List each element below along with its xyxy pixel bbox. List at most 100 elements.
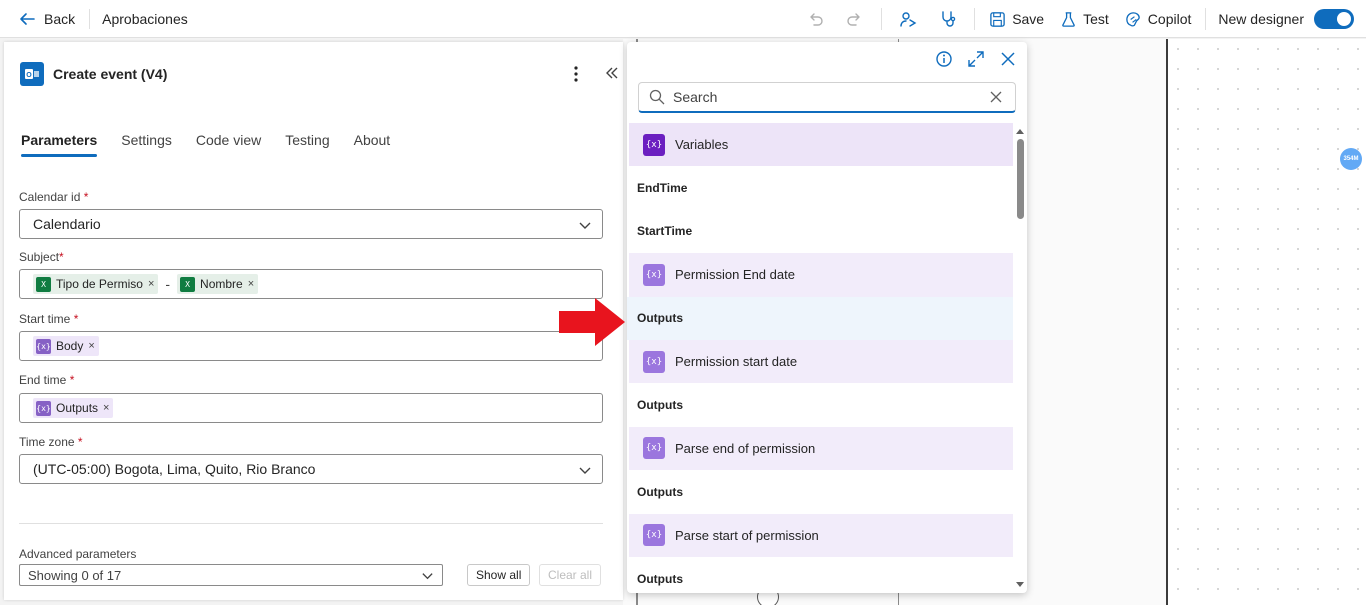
avatar-badge[interactable]: 354M xyxy=(1340,148,1362,170)
token-label: Nombre xyxy=(200,277,243,291)
item-label: Permission start date xyxy=(675,354,798,370)
group-header: Outputs xyxy=(627,296,1013,340)
dynamic-content-list: {x} Variables EndTime StartTime {x} Permissio… xyxy=(627,123,1013,593)
test-label: Test xyxy=(1083,11,1109,27)
token-tipo-de-permiso[interactable]: X Tipo de Permiso × xyxy=(33,274,159,294)
test-button[interactable]: Test xyxy=(1052,0,1117,38)
show-all-button[interactable]: Show all xyxy=(467,564,531,586)
new-designer-toggle[interactable]: New designer xyxy=(1212,9,1366,29)
save-icon xyxy=(990,11,1005,27)
tab-about[interactable]: About xyxy=(354,132,391,157)
variable-icon: {x} xyxy=(36,400,51,416)
variable-icon: {x} xyxy=(643,263,665,286)
remove-token-icon[interactable]: × xyxy=(103,402,109,414)
clear-all-button[interactable]: Clear all xyxy=(539,564,602,586)
back-button[interactable]: Back xyxy=(0,0,75,37)
tab-code-view[interactable]: Code view xyxy=(196,132,261,157)
chevron-down-icon xyxy=(579,222,591,229)
scrollbar-thumb[interactable] xyxy=(1017,139,1024,219)
subject-separator: - xyxy=(165,276,171,292)
remove-token-icon[interactable]: × xyxy=(88,340,94,352)
token-label: Tipo de Permiso xyxy=(56,277,143,291)
toggle-switch[interactable] xyxy=(1314,9,1354,29)
expand-icon[interactable] xyxy=(967,50,985,68)
save-button[interactable]: Save xyxy=(981,0,1052,38)
dynamic-content-item[interactable]: {x} Permission start date xyxy=(629,339,1013,384)
divider xyxy=(19,523,603,524)
dynamic-content-item[interactable]: {x} Variables xyxy=(629,123,1013,167)
token-body[interactable]: {x} Body × xyxy=(33,336,99,356)
top-bar: Back Aprobaciones Save Test Copilot New … xyxy=(0,0,1366,38)
start-time-field[interactable]: {x} Body × xyxy=(19,331,603,361)
copilot-label: Copilot xyxy=(1147,11,1192,27)
scroll-up-icon[interactable] xyxy=(1016,129,1024,134)
close-icon[interactable] xyxy=(999,50,1017,68)
calendar-id-label: Calendar id * xyxy=(19,190,89,204)
calendar-id-label-text: Calendar id xyxy=(19,190,81,204)
dynamic-content-item[interactable]: {x} Permission End date xyxy=(629,253,1013,297)
undo-button[interactable] xyxy=(795,0,835,38)
token-nombre[interactable]: X Nombre × xyxy=(177,274,259,294)
chevron-down-icon xyxy=(422,573,433,580)
clear-search-icon[interactable] xyxy=(989,90,1003,104)
item-label: Parse start of permission xyxy=(675,527,819,543)
remove-token-icon[interactable]: × xyxy=(248,278,254,290)
group-header: Outputs xyxy=(637,484,683,499)
info-icon[interactable] xyxy=(935,50,953,68)
item-label: Parse end of permission xyxy=(675,440,816,456)
advanced-parameters-label: Advanced parameters xyxy=(19,547,137,561)
token-label: Outputs xyxy=(56,401,99,415)
collapse-panel-icon[interactable] xyxy=(605,66,619,85)
canvas-grid xyxy=(1168,39,1366,605)
group-header: StartTime xyxy=(637,224,693,239)
end-time-field[interactable]: {x} Outputs × xyxy=(19,393,603,423)
time-zone-label: Time zone * xyxy=(19,435,83,449)
time-zone-dropdown[interactable]: (UTC-05:00) Bogota, Lima, Quito, Rio Bra… xyxy=(19,454,603,484)
remove-token-icon[interactable]: × xyxy=(148,278,154,290)
end-time-label-text: End time xyxy=(19,373,67,387)
stethoscope-icon xyxy=(942,11,956,27)
item-label: Permission End date xyxy=(675,267,795,283)
outlook-icon: O xyxy=(20,62,44,86)
item-label: Variables xyxy=(675,137,729,153)
toggle-knob xyxy=(1337,12,1351,26)
token-label: Body xyxy=(56,339,84,353)
copilot-button[interactable]: Copilot xyxy=(1117,0,1200,38)
action-details-panel: O Create event (V4) Parameters Settings … xyxy=(4,42,623,600)
save-label: Save xyxy=(1012,11,1045,27)
scroll-down-icon[interactable] xyxy=(1016,582,1024,587)
scrollbar[interactable] xyxy=(1013,123,1027,593)
new-designer-label: New designer xyxy=(1218,11,1304,27)
beaker-icon xyxy=(1062,11,1075,27)
variable-icon: {x} xyxy=(36,338,51,354)
share-button[interactable] xyxy=(888,0,928,38)
checker-button[interactable] xyxy=(928,0,968,38)
group-header: Outputs xyxy=(637,571,683,586)
time-zone-label-text: Time zone xyxy=(19,435,75,449)
more-options-icon[interactable] xyxy=(570,65,582,83)
token-outputs[interactable]: {x} Outputs × xyxy=(33,398,114,418)
subject-field[interactable]: X Tipo de Permiso × - X Nombre × xyxy=(19,269,603,299)
dynamic-content-item[interactable]: {x} Parse end of permission xyxy=(629,426,1013,471)
calendar-id-value: Calendario xyxy=(33,216,101,232)
canvas-divider-line xyxy=(1166,39,1168,605)
search-input[interactable] xyxy=(673,89,973,105)
redo-button[interactable] xyxy=(835,0,875,38)
back-label: Back xyxy=(44,10,76,27)
subject-label-text: Subject xyxy=(19,250,60,264)
action-title: Create event (V4) xyxy=(53,66,168,82)
tab-settings[interactable]: Settings xyxy=(121,132,172,157)
calendar-id-dropdown[interactable]: Calendario xyxy=(19,209,603,239)
dynamic-content-item[interactable]: {x} Parse start of permission xyxy=(629,513,1013,557)
end-time-label: End time * xyxy=(19,373,75,387)
start-time-label: Start time * xyxy=(19,312,79,326)
tab-testing[interactable]: Testing xyxy=(285,132,329,157)
advanced-parameters-dropdown[interactable]: Showing 0 of 17 xyxy=(19,564,443,586)
flow-title: Aprobaciones xyxy=(102,10,188,27)
divider xyxy=(89,8,91,29)
search-box[interactable] xyxy=(638,82,1016,113)
excel-icon: X xyxy=(36,276,51,292)
group-header: EndTime xyxy=(637,181,688,196)
group-header: Outputs xyxy=(637,398,683,413)
tab-parameters[interactable]: Parameters xyxy=(21,132,98,157)
